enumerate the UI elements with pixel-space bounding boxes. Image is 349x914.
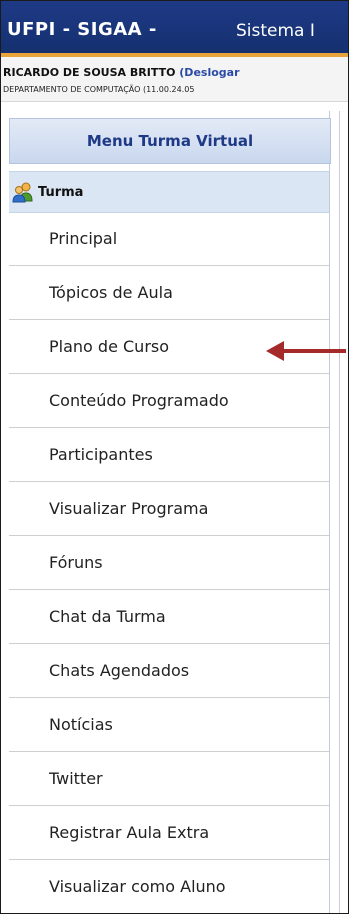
menu-title: Menu Turma Virtual [9, 118, 331, 164]
users-icon [12, 181, 34, 203]
menu-item-registrar-aula-extra[interactable]: Registrar Aula Extra [9, 806, 329, 860]
user-info: RICARDO DE SOUSA BRITTO (Deslogar [3, 66, 240, 79]
menu-item-chat-da-turma[interactable]: Chat da Turma [9, 590, 329, 644]
menu-item-participantes[interactable]: Participantes [9, 428, 329, 482]
menu-items: Principal Tópicos de Aula Plano de Curso… [9, 212, 329, 913]
menu-item-noticias[interactable]: Notícias [9, 698, 329, 752]
content-divider [339, 111, 340, 913]
app-frame: UFPI - SIGAA - Sistema I RICARDO DE SOUS… [0, 0, 349, 914]
top-bar: UFPI - SIGAA - Sistema I [1, 1, 348, 53]
app-brand: UFPI - SIGAA - [7, 19, 157, 40]
menu-item-principal[interactable]: Principal [9, 212, 329, 266]
user-name: RICARDO DE SOUSA BRITTO [3, 66, 176, 79]
menu-item-visualizar-programa[interactable]: Visualizar Programa [9, 482, 329, 536]
menu-section-label: Turma [38, 184, 84, 200]
menu-item-topicos-de-aula[interactable]: Tópicos de Aula [9, 266, 329, 320]
menu-section-turma[interactable]: Turma [9, 171, 329, 213]
pointer-arrow-icon [266, 341, 346, 361]
system-title: Sistema I [236, 21, 315, 41]
menu-item-conteudo-programado[interactable]: Conteúdo Programado [9, 374, 329, 428]
user-department: DEPARTAMENTO DE COMPUTAÇÃO (11.00.24.05 [3, 85, 195, 94]
menu-item-visualizar-como-aluno[interactable]: Visualizar como Aluno [9, 860, 329, 913]
menu-item-twitter[interactable]: Twitter [9, 752, 329, 806]
menu-item-chats-agendados[interactable]: Chats Agendados [9, 644, 329, 698]
menu-item-foruns[interactable]: Fóruns [9, 536, 329, 590]
user-bar: RICARDO DE SOUSA BRITTO (Deslogar DEPART… [1, 57, 348, 102]
logout-link[interactable]: (Deslogar [179, 66, 239, 79]
